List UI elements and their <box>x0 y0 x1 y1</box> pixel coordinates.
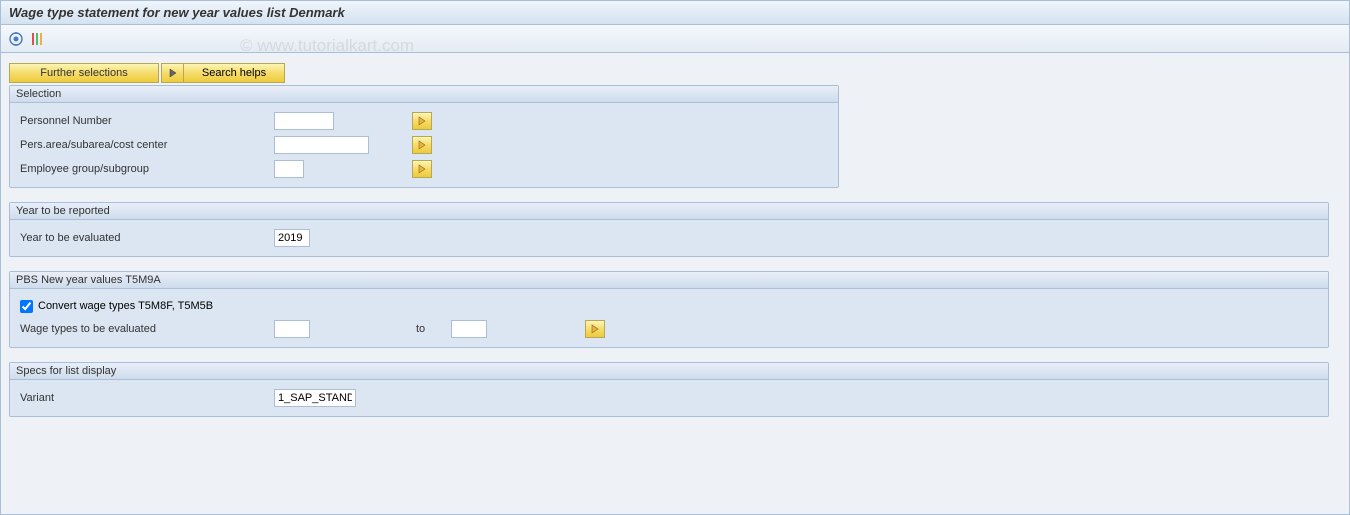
group-selection: Selection Personnel Number Pers.area/sub… <box>9 85 839 188</box>
group-specs: Specs for list display Variant <box>9 362 1329 417</box>
multiple-selection-button[interactable] <box>585 320 605 338</box>
group-year-title: Year to be reported <box>10 203 1328 220</box>
app-window: Wage type statement for new year values … <box>0 0 1350 515</box>
multiple-selection-button[interactable] <box>412 112 432 130</box>
group-year: Year to be reported Year to be evaluated <box>9 202 1329 257</box>
page-title: Wage type statement for new year values … <box>1 1 1349 25</box>
wage-types-label: Wage types to be evaluated <box>18 323 268 335</box>
group-selection-title: Selection <box>10 86 838 103</box>
wage-from-input[interactable] <box>274 320 310 338</box>
wage-to-input[interactable] <box>451 320 487 338</box>
org-structure-icon[interactable] <box>29 30 47 48</box>
multiple-selection-button[interactable] <box>412 160 432 178</box>
execute-icon[interactable] <box>7 30 25 48</box>
emp-group-label: Employee group/subgroup <box>18 163 268 175</box>
multiple-selection-button[interactable] <box>412 136 432 154</box>
pers-area-label: Pers.area/subarea/cost center <box>18 139 268 151</box>
convert-wage-types-label: Convert wage types T5M8F, T5M5B <box>38 300 213 312</box>
to-label: to <box>416 323 425 335</box>
arrow-right-icon[interactable] <box>162 64 184 82</box>
group-pbs-title: PBS New year values T5M9A <box>10 272 1328 289</box>
content-area: Further selections Search helps Selectio… <box>1 53 1349 441</box>
personnel-number-label: Personnel Number <box>18 115 268 127</box>
variant-input[interactable] <box>274 389 356 407</box>
variant-label: Variant <box>18 392 268 404</box>
search-helps-label[interactable]: Search helps <box>184 64 284 82</box>
search-helps-split-button[interactable]: Search helps <box>161 63 285 83</box>
pers-area-input[interactable] <box>274 136 369 154</box>
personnel-number-input[interactable] <box>274 112 334 130</box>
year-label: Year to be evaluated <box>18 232 268 244</box>
convert-wage-types-checkbox[interactable] <box>20 300 33 313</box>
emp-group-input[interactable] <box>274 160 304 178</box>
year-input[interactable] <box>274 229 310 247</box>
app-toolbar <box>1 25 1349 53</box>
group-pbs: PBS New year values T5M9A Convert wage t… <box>9 271 1329 348</box>
group-specs-title: Specs for list display <box>10 363 1328 380</box>
further-selections-button[interactable]: Further selections <box>9 63 159 83</box>
action-button-row: Further selections Search helps <box>9 63 1341 83</box>
